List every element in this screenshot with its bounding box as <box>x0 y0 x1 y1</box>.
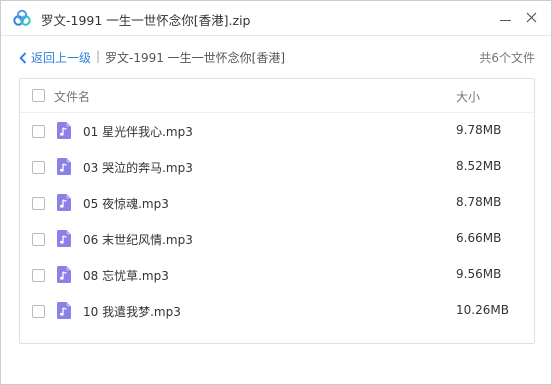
select-all-checkbox[interactable] <box>32 89 45 102</box>
minimize-icon <box>499 19 511 21</box>
row-checkbox[interactable] <box>32 233 45 246</box>
zip-preview-window: 罗文-1991 一生一世怀念你[香港].zip 返回上一级 | 罗文-1991 … <box>0 0 552 385</box>
table-row[interactable]: 10 我遣我梦.mp3 10.26MB <box>20 293 534 329</box>
file-size: 8.52MB <box>456 159 502 173</box>
breadcrumb: 返回上一级 | 罗文-1991 一生一世怀念你[香港] 共6个文件 <box>1 45 551 69</box>
music-file-icon <box>57 302 71 319</box>
table-row[interactable]: 01 星光伴我心.mp3 9.78MB <box>20 113 534 149</box>
file-size: 9.56MB <box>456 267 502 281</box>
file-name: 05 夜惊魂.mp3 <box>83 197 169 211</box>
close-button[interactable] <box>519 6 543 28</box>
file-list-panel: 文件名 大小 01 星光伴我心.mp3 9.78MB 03 哭泣的奔马.mp3 … <box>19 78 535 344</box>
chevron-left-icon <box>19 51 27 64</box>
table-header: 文件名 大小 <box>20 79 534 113</box>
breadcrumb-separator: | <box>96 49 101 63</box>
file-name: 08 忘忧草.mp3 <box>83 269 169 283</box>
file-count: 共6个文件 <box>479 51 535 65</box>
music-file-icon <box>57 122 71 139</box>
title-bar[interactable]: 罗文-1991 一生一世怀念你[香港].zip <box>1 1 551 36</box>
music-file-icon <box>57 158 71 175</box>
back-button[interactable]: 返回上一级 <box>19 49 91 66</box>
file-size: 9.78MB <box>456 123 502 137</box>
music-file-icon <box>57 230 71 247</box>
column-header-name: 文件名 <box>54 90 91 104</box>
table-row[interactable]: 03 哭泣的奔马.mp3 8.52MB <box>20 149 534 185</box>
file-size: 8.78MB <box>456 195 502 209</box>
file-name: 01 星光伴我心.mp3 <box>83 125 193 139</box>
column-header-size: 大小 <box>456 90 481 104</box>
row-checkbox[interactable] <box>32 161 45 174</box>
music-file-icon <box>57 266 71 283</box>
file-name: 10 我遣我梦.mp3 <box>83 305 181 319</box>
cloud-icon <box>13 9 31 26</box>
row-checkbox[interactable] <box>32 125 45 138</box>
music-file-icon <box>57 194 71 211</box>
close-icon <box>526 12 536 22</box>
file-size: 10.26MB <box>456 303 509 317</box>
minimize-button[interactable] <box>493 6 517 28</box>
window-title: 罗文-1991 一生一世怀念你[香港].zip <box>41 13 251 28</box>
table-row[interactable]: 05 夜惊魂.mp3 8.78MB <box>20 185 534 221</box>
row-checkbox[interactable] <box>32 197 45 210</box>
back-label: 返回上一级 <box>31 51 92 65</box>
file-size: 6.66MB <box>456 231 502 245</box>
table-row[interactable]: 08 忘忧草.mp3 9.56MB <box>20 257 534 293</box>
row-checkbox[interactable] <box>32 305 45 318</box>
file-name: 03 哭泣的奔马.mp3 <box>83 161 193 175</box>
row-checkbox[interactable] <box>32 269 45 282</box>
current-folder: 罗文-1991 一生一世怀念你[香港] <box>105 51 286 65</box>
table-row[interactable]: 06 末世纪风情.mp3 6.66MB <box>20 221 534 257</box>
file-name: 06 末世纪风情.mp3 <box>83 233 193 247</box>
